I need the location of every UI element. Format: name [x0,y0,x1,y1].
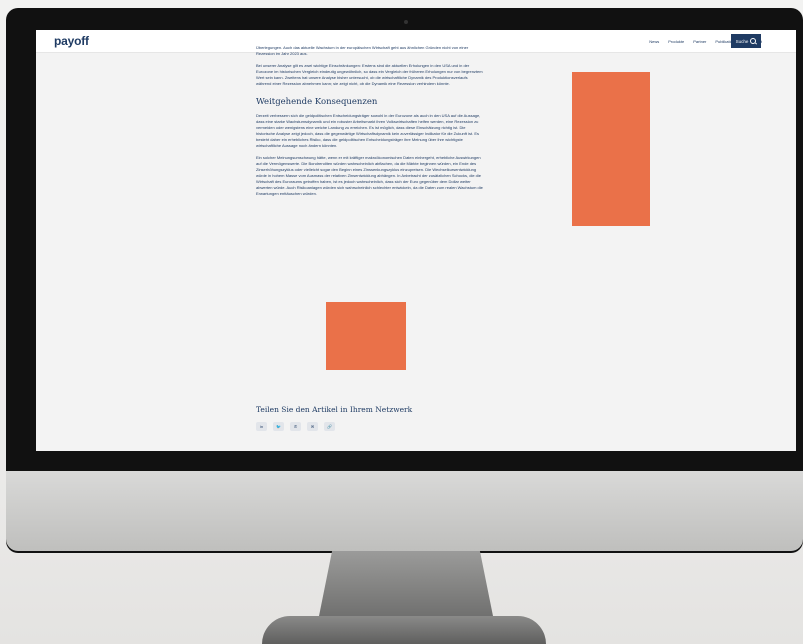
article-body: Überlegungen. Auch das aktuelle Wachstum… [256,45,484,203]
whatsapp-icon[interactable]: ✆ [290,422,301,431]
search-button-label: Suche [735,38,749,44]
search-button[interactable]: Suche [731,34,761,48]
site-logo[interactable]: payoff [54,34,89,48]
nav-item-partner[interactable]: Partner [693,39,706,44]
nav-item-news[interactable]: News [649,39,659,44]
monitor-chin [6,471,803,551]
twitter-icon[interactable]: 🐦 [273,422,284,431]
camera-dot [404,20,408,24]
article-image-placeholder [326,302,406,370]
monitor-stand-base [262,616,546,644]
sidebar-image-placeholder [572,72,650,226]
article-paragraph: Überlegungen. Auch das aktuelle Wachstum… [256,45,469,56]
article-paragraph: Derzeit verbessern sich die geldpolitisc… [256,113,481,148]
section-heading: Weitgehende Konsequenzen [256,97,378,107]
linkedin-icon[interactable]: in [256,422,267,431]
email-icon[interactable]: ✉ [307,422,318,431]
screen: payoff News Produkte Partner Publikation… [36,30,796,451]
nav-item-produkte[interactable]: Produkte [668,39,684,44]
article-paragraph: Bei unserer Analyse gilt es zwei wichtig… [256,63,483,86]
monitor-stand [318,551,494,621]
search-icon [750,38,757,44]
share-heading: Teilen Sie den Artikel in Ihrem Netzwerk [256,405,413,414]
share-buttons: in 🐦 ✆ ✉ 🔗 [256,422,335,431]
article-paragraph: Ein solcher Meinungsumschwung hätte, wen… [256,155,483,196]
link-icon[interactable]: 🔗 [324,422,335,431]
